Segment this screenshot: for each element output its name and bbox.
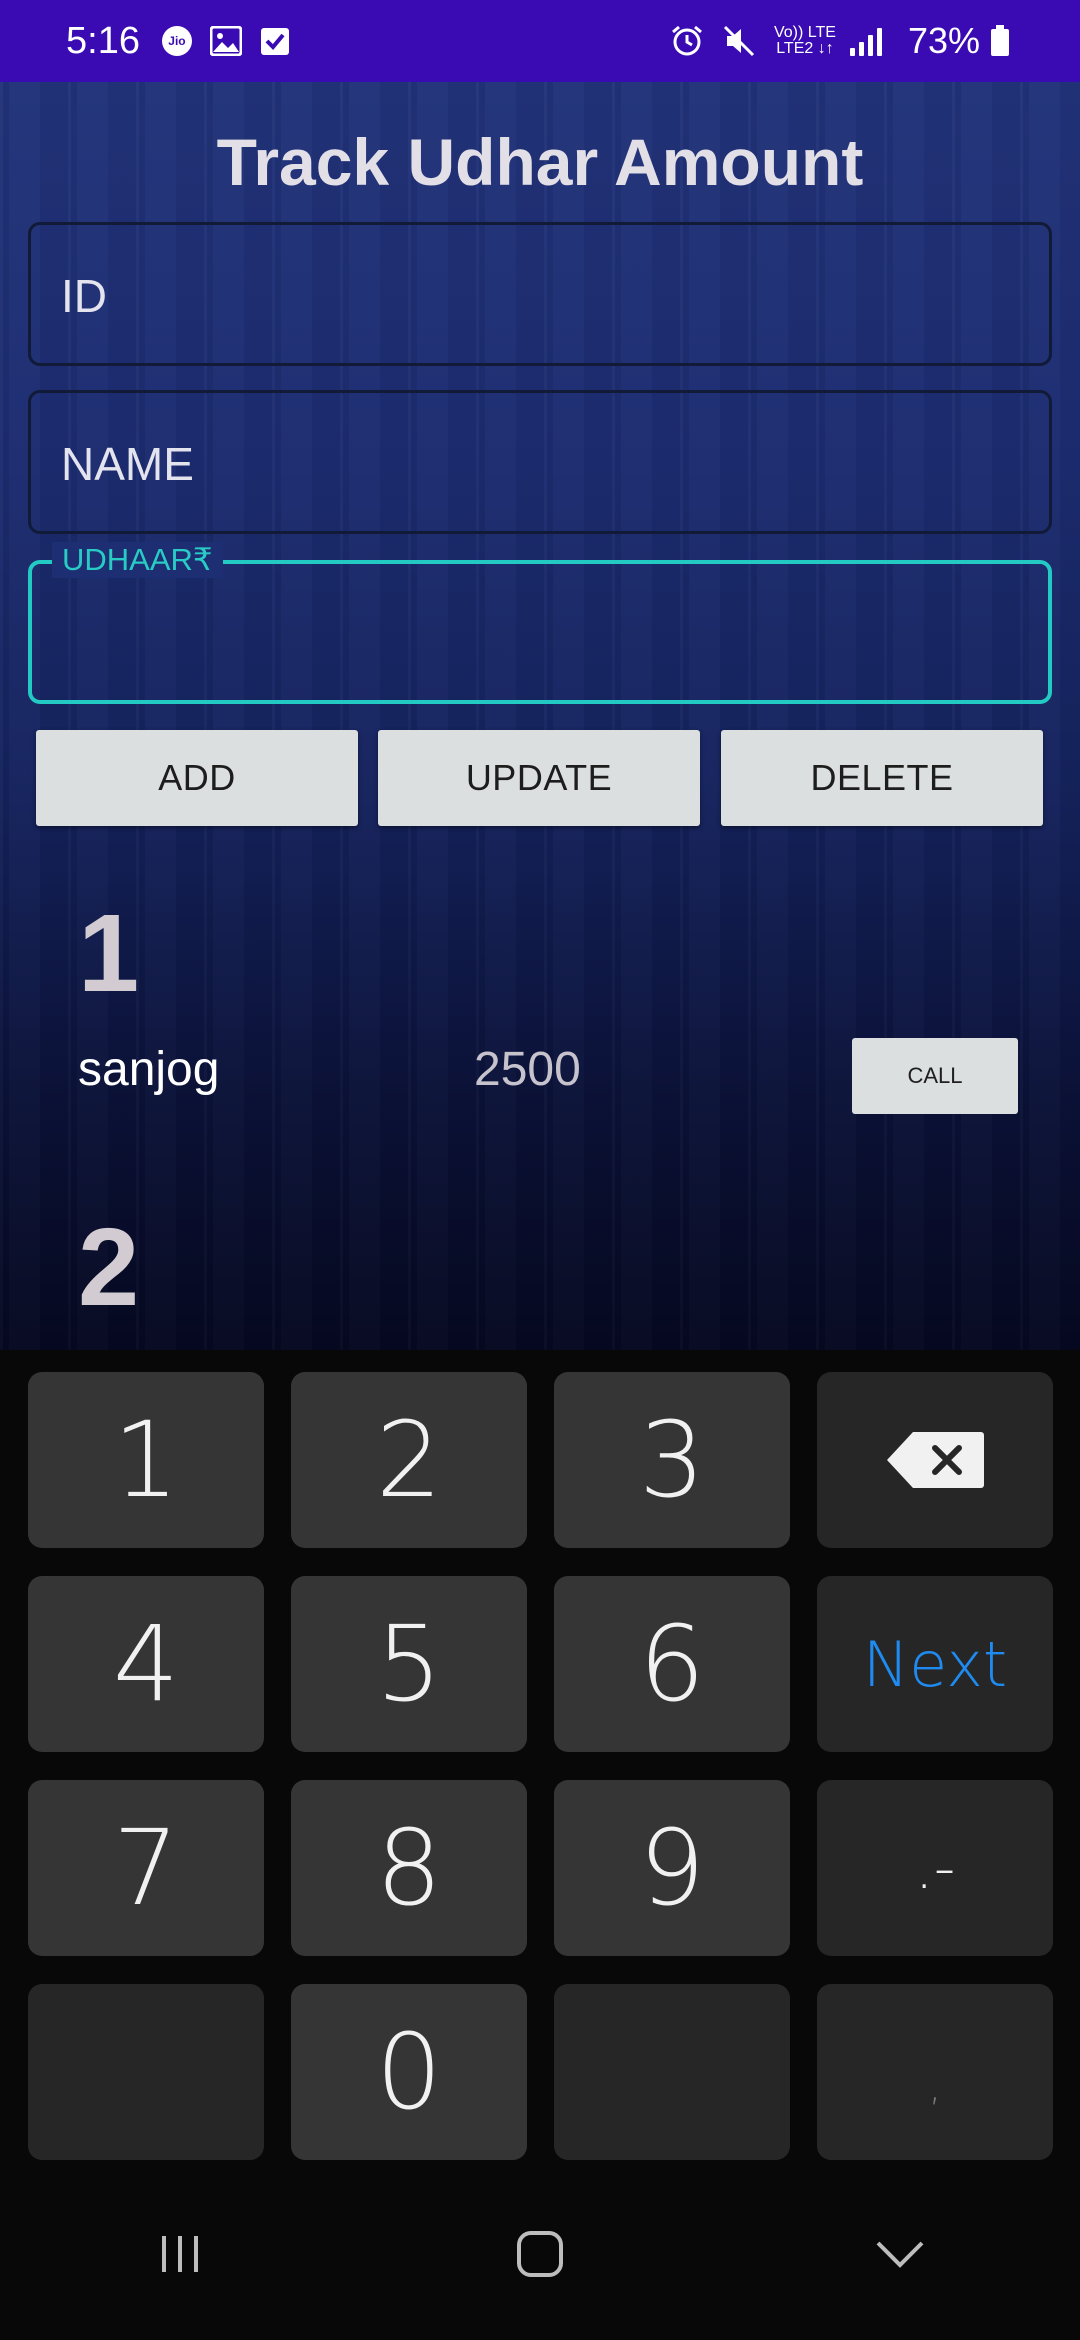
status-bar: 5:16 Jio Vo)) LTE LTE2 ↓↑ 73% bbox=[0, 0, 1080, 82]
udhaar-floating-label: UDHAAR₹ bbox=[52, 542, 223, 578]
key-2[interactable]: 2 bbox=[291, 1372, 527, 1548]
hide-keyboard-button[interactable] bbox=[840, 2204, 960, 2304]
key-5[interactable]: 5 bbox=[291, 1576, 527, 1752]
key-6[interactable]: 6 bbox=[554, 1576, 790, 1752]
checkbox-notification-icon bbox=[260, 26, 290, 56]
blank-key-left bbox=[28, 1984, 264, 2160]
key-0[interactable]: 0 bbox=[291, 1984, 527, 2160]
status-bar-left: 5:16 Jio bbox=[66, 20, 308, 63]
name-placeholder: NAME bbox=[61, 438, 194, 490]
name-field[interactable]: NAME bbox=[28, 390, 1052, 534]
delete-button[interactable]: DELETE bbox=[721, 730, 1043, 826]
status-bar-right: Vo)) LTE LTE2 ↓↑ 73% bbox=[670, 20, 1028, 62]
recents-icon bbox=[162, 2236, 198, 2272]
recents-button[interactable] bbox=[120, 2204, 240, 2304]
key-3[interactable]: 3 bbox=[554, 1372, 790, 1548]
add-button[interactable]: ADD bbox=[36, 730, 358, 826]
gallery-icon bbox=[209, 26, 242, 56]
record-amount: 2500 bbox=[474, 1043, 581, 1096]
udhaar-amount-field[interactable]: UDHAAR₹ bbox=[28, 542, 1052, 704]
id-placeholder: ID bbox=[61, 270, 107, 322]
navigation-bar bbox=[0, 2168, 1080, 2340]
record-name: sanjog bbox=[78, 1043, 220, 1096]
blank-key-middle bbox=[554, 1984, 790, 2160]
app-content: Track Udhar Amount ID NAME UDHAAR₹ ADD U… bbox=[0, 82, 1080, 1350]
hide-keyboard-icon bbox=[876, 2241, 924, 2268]
backspace-icon bbox=[887, 1432, 984, 1488]
key-9[interactable]: 9 bbox=[554, 1780, 790, 1956]
decimal-minus-key[interactable]: .- bbox=[817, 1780, 1053, 1956]
key-7[interactable]: 7 bbox=[28, 1780, 264, 1956]
network-type-bottom: LTE2 ↓↑ bbox=[776, 40, 834, 57]
call-button[interactable]: CALL bbox=[852, 1038, 1018, 1114]
signal-icon bbox=[849, 26, 886, 56]
key-8[interactable]: 8 bbox=[291, 1780, 527, 1956]
update-button[interactable]: UPDATE bbox=[378, 730, 700, 826]
record-id: 2 bbox=[78, 1206, 140, 1329]
jio-icon: Jio bbox=[161, 26, 192, 56]
record-id: 1 bbox=[78, 892, 140, 1015]
key-1[interactable]: 1 bbox=[28, 1372, 264, 1548]
numeric-keyboard: 1 2 3 4 5 6 Next 7 8 9 .- 0 , bbox=[0, 1350, 1080, 2168]
home-icon bbox=[517, 2231, 563, 2277]
id-field[interactable]: ID bbox=[28, 222, 1052, 366]
battery-icon bbox=[990, 25, 1010, 57]
page-title: Track Udhar Amount bbox=[216, 125, 864, 199]
status-time: 5:16 bbox=[66, 19, 140, 62]
mute-icon bbox=[722, 24, 756, 58]
network-type: Vo)) LTE LTE2 ↓↑ bbox=[774, 25, 836, 57]
next-key[interactable]: Next bbox=[817, 1576, 1053, 1752]
network-type-top: Vo)) LTE bbox=[773, 24, 836, 41]
backspace-key[interactable] bbox=[817, 1372, 1053, 1548]
home-button[interactable] bbox=[480, 2204, 600, 2304]
key-4[interactable]: 4 bbox=[28, 1576, 264, 1752]
comma-key[interactable]: , bbox=[817, 1984, 1053, 2160]
battery-percent: 73% bbox=[907, 20, 980, 61]
alarm-icon bbox=[670, 24, 704, 58]
